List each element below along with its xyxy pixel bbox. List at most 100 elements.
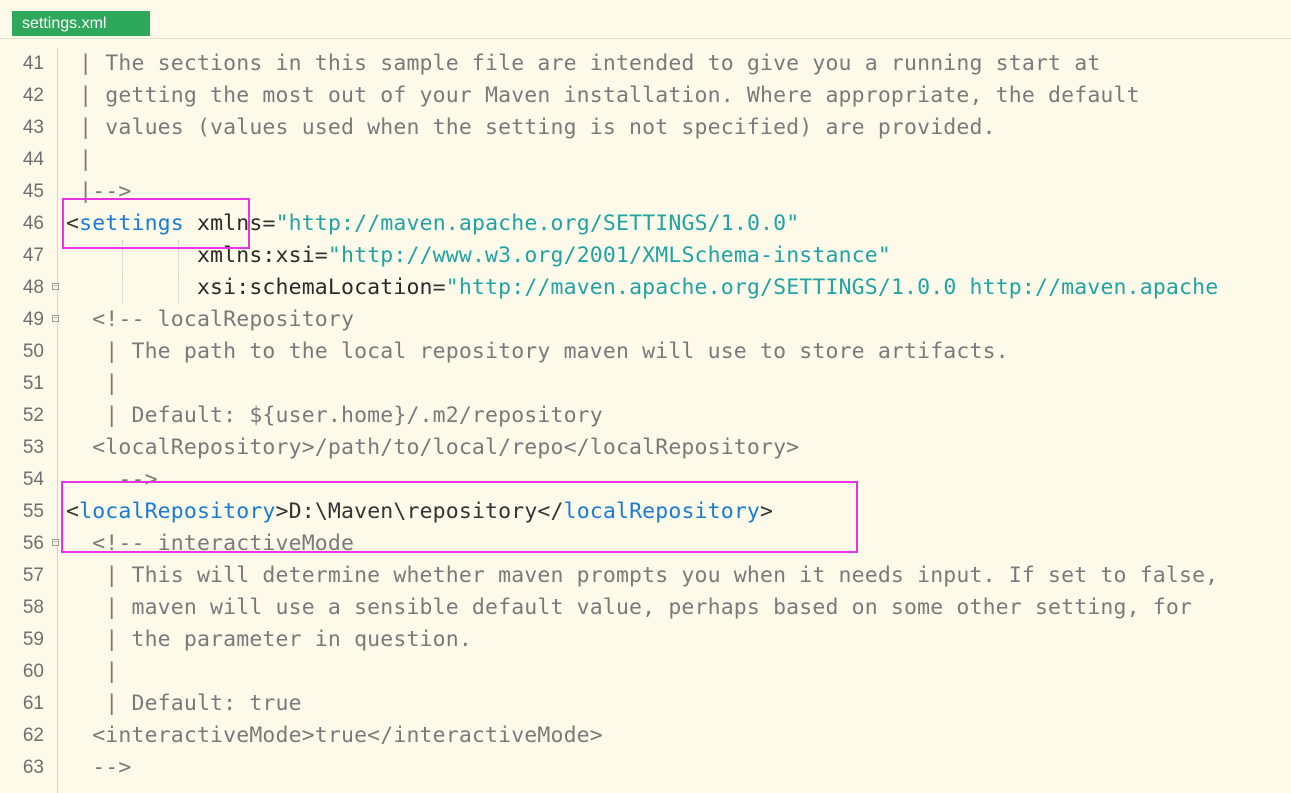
editor-tab-bar: settings.xml <box>0 0 1291 39</box>
code-text: |--> <box>66 176 131 208</box>
line-number: 51 <box>22 373 44 394</box>
code-token-comment: <!-- localRepository <box>66 307 355 332</box>
fold-toggle-icon[interactable]: − <box>52 315 59 322</box>
code-token-str: "http://maven.apache.org/SETTINGS/1.0.0 … <box>445 275 1219 300</box>
fold-toggle-icon[interactable]: − <box>52 539 59 546</box>
line-number: 59 <box>22 629 44 650</box>
code-line[interactable]: 58 | maven will use a sensible default v… <box>0 592 1291 624</box>
line-number: 55 <box>22 501 44 522</box>
code-line[interactable]: 52 | Default: ${user.home}/.m2/repositor… <box>0 400 1291 432</box>
code-line[interactable]: 60 | <box>0 656 1291 688</box>
code-line[interactable]: 47 xmlns:xsi="http://www.w3.org/2001/XML… <box>0 240 1291 272</box>
code-text: <localRepository>D:\Maven\repository</lo… <box>66 496 773 528</box>
code-text: | getting the most out of your Maven ins… <box>66 80 1140 112</box>
code-text: <settings xmlns="http://maven.apache.org… <box>66 208 799 240</box>
code-text: --> <box>66 752 131 784</box>
code-line[interactable]: 46 <settings xmlns="http://maven.apache.o… <box>0 208 1291 240</box>
code-text: | Default: true <box>66 688 302 720</box>
code-text: | The path to the local repository maven… <box>66 336 1009 368</box>
indent-guide <box>178 272 179 304</box>
line-number: 63 <box>22 757 44 778</box>
code-line[interactable]: 44 | <box>0 144 1291 176</box>
code-token-comment: <localRepository>/path/to/local/repo</lo… <box>66 435 800 460</box>
line-number: 60 <box>22 661 44 682</box>
line-number: 56 <box>22 533 44 554</box>
code-token-comment: --> <box>66 755 132 780</box>
code-token-punct: = <box>432 275 446 300</box>
code-token-comment: <interactiveMode>true</interactiveMode> <box>66 723 603 748</box>
code-token-comment: | values (values used when the setting i… <box>66 115 996 140</box>
indent-guide <box>122 272 123 304</box>
code-token-punct: < <box>66 211 80 236</box>
code-text: | <box>66 144 92 176</box>
code-line[interactable]: 51 | <box>0 368 1291 400</box>
code-line[interactable]: 61 | Default: true <box>0 688 1291 720</box>
code-token-tag: localRepository <box>79 499 276 524</box>
code-token-tag: localRepository <box>563 499 761 524</box>
tab-settings-xml[interactable]: settings.xml <box>12 11 150 36</box>
code-line[interactable]: 48 − xsi:schemaLocation="http://maven.apa… <box>0 272 1291 304</box>
code-text: <localRepository>/path/to/local/repo</lo… <box>66 432 799 464</box>
code-token-comment: | <box>66 147 93 172</box>
code-token-punct: < <box>66 499 80 524</box>
line-number: 44 <box>22 149 44 170</box>
code-line[interactable]: 45 |--> <box>0 176 1291 208</box>
code-token-comment: | getting the most out of your Maven ins… <box>66 83 1140 108</box>
line-number: 45 <box>22 181 44 202</box>
code-token-comment: | maven will use a sensible default valu… <box>66 595 1193 620</box>
code-line[interactable]: 56 − <!-- interactiveMode <box>0 528 1291 560</box>
line-number: 42 <box>22 85 44 106</box>
code-line[interactable]: 57 | This will determine whether maven p… <box>0 560 1291 592</box>
code-text: | values (values used when the setting i… <box>66 112 996 144</box>
code-text: --> <box>66 464 158 496</box>
code-text: <!-- interactiveMode <box>66 528 354 560</box>
code-token-comment: <!-- interactiveMode <box>66 531 355 556</box>
fold-toggle-icon[interactable]: − <box>52 283 59 290</box>
code-token-comment: | The path to the local repository maven… <box>66 339 1009 364</box>
code-text: | the parameter in question. <box>66 624 472 656</box>
code-token-str: "http://www.w3.org/2001/XMLSchema-instan… <box>327 243 891 268</box>
code-token-comment: --> <box>66 467 158 492</box>
line-number: 50 <box>22 341 44 362</box>
code-token-comment: | This will determine whether maven prom… <box>66 563 1219 588</box>
code-editor[interactable]: 41 | The sections in this sample file ar… <box>0 48 1291 784</box>
code-token-comment: | <box>66 371 119 396</box>
line-number: 52 <box>22 405 44 426</box>
line-number: 41 <box>22 53 44 74</box>
code-token-comment: | the parameter in question. <box>66 627 472 652</box>
code-line[interactable]: 59 | the parameter in question. <box>0 624 1291 656</box>
line-number: 49 <box>22 309 44 330</box>
indent-guide <box>178 240 179 272</box>
code-token-comment: |--> <box>66 179 132 204</box>
code-token-punct: = <box>314 243 328 268</box>
code-line[interactable]: 42 | getting the most out of your Maven … <box>0 80 1291 112</box>
code-line[interactable]: 43 | values (values used when the settin… <box>0 112 1291 144</box>
code-line[interactable]: 55 <localRepository>D:\Maven\repository</… <box>0 496 1291 528</box>
line-number: 54 <box>22 469 44 490</box>
line-number: 43 <box>22 117 44 138</box>
code-line[interactable]: 63 --> <box>0 752 1291 784</box>
code-text: | This will determine whether maven prom… <box>66 560 1218 592</box>
code-line[interactable]: 62 <interactiveMode>true</interactiveMod… <box>0 720 1291 752</box>
line-number: 53 <box>22 437 44 458</box>
code-line[interactable]: 54 --> <box>0 464 1291 496</box>
code-token-comment: | The sections in this sample file are i… <box>66 51 1101 76</box>
code-token-str: "http://maven.apache.org/SETTINGS/1.0.0" <box>275 211 800 236</box>
code-line[interactable]: 50 | The path to the local repository ma… <box>0 336 1291 368</box>
code-text: | The sections in this sample file are i… <box>66 48 1100 80</box>
code-token-comment: | Default: true <box>66 691 302 716</box>
code-token-punct: = <box>262 211 276 236</box>
code-text: xsi:schemaLocation="http://maven.apache.… <box>66 272 1218 304</box>
code-line[interactable]: 41 | The sections in this sample file ar… <box>0 48 1291 80</box>
code-text: | <box>66 368 118 400</box>
code-token-attr: xmlns <box>183 211 263 236</box>
code-text: <!-- localRepository <box>66 304 354 336</box>
line-number: 47 <box>22 245 44 266</box>
code-token-attr: xsi:schemaLocation <box>66 275 433 300</box>
code-token-punct: > <box>760 499 774 524</box>
code-line[interactable]: 53 <localRepository>/path/to/local/repo<… <box>0 432 1291 464</box>
code-line[interactable]: 49 − <!-- localRepository <box>0 304 1291 336</box>
code-token-attr: xmlns:xsi <box>66 243 315 268</box>
code-text: | maven will use a sensible default valu… <box>66 592 1192 624</box>
code-text: xmlns:xsi="http://www.w3.org/2001/XMLSch… <box>66 240 891 272</box>
